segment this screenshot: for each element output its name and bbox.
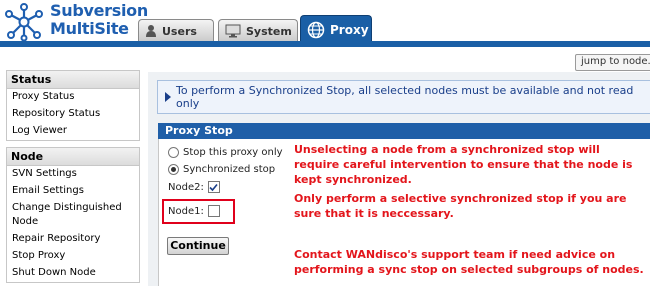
sidebar-status-title: Status — [7, 71, 139, 89]
warning-paragraph-1: Unselecting a node from a synchronized s… — [294, 143, 633, 186]
network-logo-icon — [5, 3, 43, 41]
option-synchronized-stop[interactable]: Synchronized stop — [168, 164, 275, 175]
sidebar-node-title: Node — [7, 148, 139, 166]
tab-proxy[interactable]: Proxy — [300, 15, 372, 43]
logo-line-1: Subversion — [50, 1, 148, 20]
option-stop-proxy-only-label: Stop this proxy only — [183, 147, 283, 158]
monitor-icon — [225, 24, 241, 38]
radio-synchronized-stop[interactable] — [168, 164, 179, 175]
sidebar-item-log-viewer[interactable]: Log Viewer — [7, 123, 139, 140]
checkmark-icon — [209, 183, 218, 191]
info-message: To perform a Synchronized Stop, all sele… — [157, 80, 650, 114]
tab-system-label: System — [246, 24, 292, 38]
sidebar-item-svn-settings[interactable]: SVN Settings — [7, 166, 139, 183]
node1-checkbox[interactable] — [207, 205, 220, 217]
info-icon — [165, 92, 171, 102]
option-stop-proxy-only[interactable]: Stop this proxy only — [168, 147, 283, 158]
globe-icon — [307, 21, 325, 38]
node1-label: Node1: — [168, 205, 204, 217]
sidebar-item-email-settings[interactable]: Email Settings — [7, 183, 139, 200]
sidebar-item-repair-repository[interactable]: Repair Repository — [7, 231, 139, 248]
sidebar-item-shut-down-node[interactable]: Shut Down Node — [7, 265, 139, 282]
node2-label: Node2: — [168, 181, 204, 193]
warning-paragraph-3: Contact WANdisco's support team if need … — [294, 248, 644, 276]
sidebar-item-repository-status[interactable]: Repository Status — [7, 106, 139, 123]
user-icon — [146, 25, 156, 37]
app-header: Subversion MultiSite Users System Proxy — [0, 0, 650, 48]
header-divider — [0, 41, 650, 47]
sidebar-item-proxy-status[interactable]: Proxy Status — [7, 89, 139, 106]
jump-to-node-select[interactable]: jump to node... — [575, 54, 650, 71]
radio-stop-proxy-only[interactable] — [168, 147, 179, 158]
tab-users-label: Users — [162, 24, 197, 38]
sidebar-node-section: Node SVN Settings Email Settings Change … — [6, 147, 140, 283]
tab-users[interactable]: Users — [138, 19, 214, 42]
tab-system[interactable]: System — [218, 19, 298, 42]
sidebar-item-change-distinguished-node[interactable]: Change Distinguished Node — [7, 200, 139, 231]
node2-row: Node2: — [168, 181, 220, 193]
app-logo-text: Subversion MultiSite — [50, 2, 148, 38]
logo-line-2: MultiSite — [50, 19, 129, 38]
sidebar-status-section: Status Proxy Status Repository Status Lo… — [6, 70, 140, 141]
panel-title: Proxy Stop — [158, 123, 650, 139]
info-message-text: To perform a Synchronized Stop, all sele… — [176, 84, 634, 110]
option-synchronized-stop-label: Synchronized stop — [183, 164, 276, 175]
tab-proxy-label: Proxy — [330, 22, 369, 37]
warning-paragraph-2: Only perform a selective synchronized st… — [294, 192, 627, 220]
node1-row: Node1: — [168, 205, 220, 217]
sidebar-item-stop-proxy[interactable]: Stop Proxy — [7, 248, 139, 265]
node2-checkbox[interactable] — [207, 181, 220, 193]
continue-button[interactable]: Continue — [167, 237, 229, 255]
